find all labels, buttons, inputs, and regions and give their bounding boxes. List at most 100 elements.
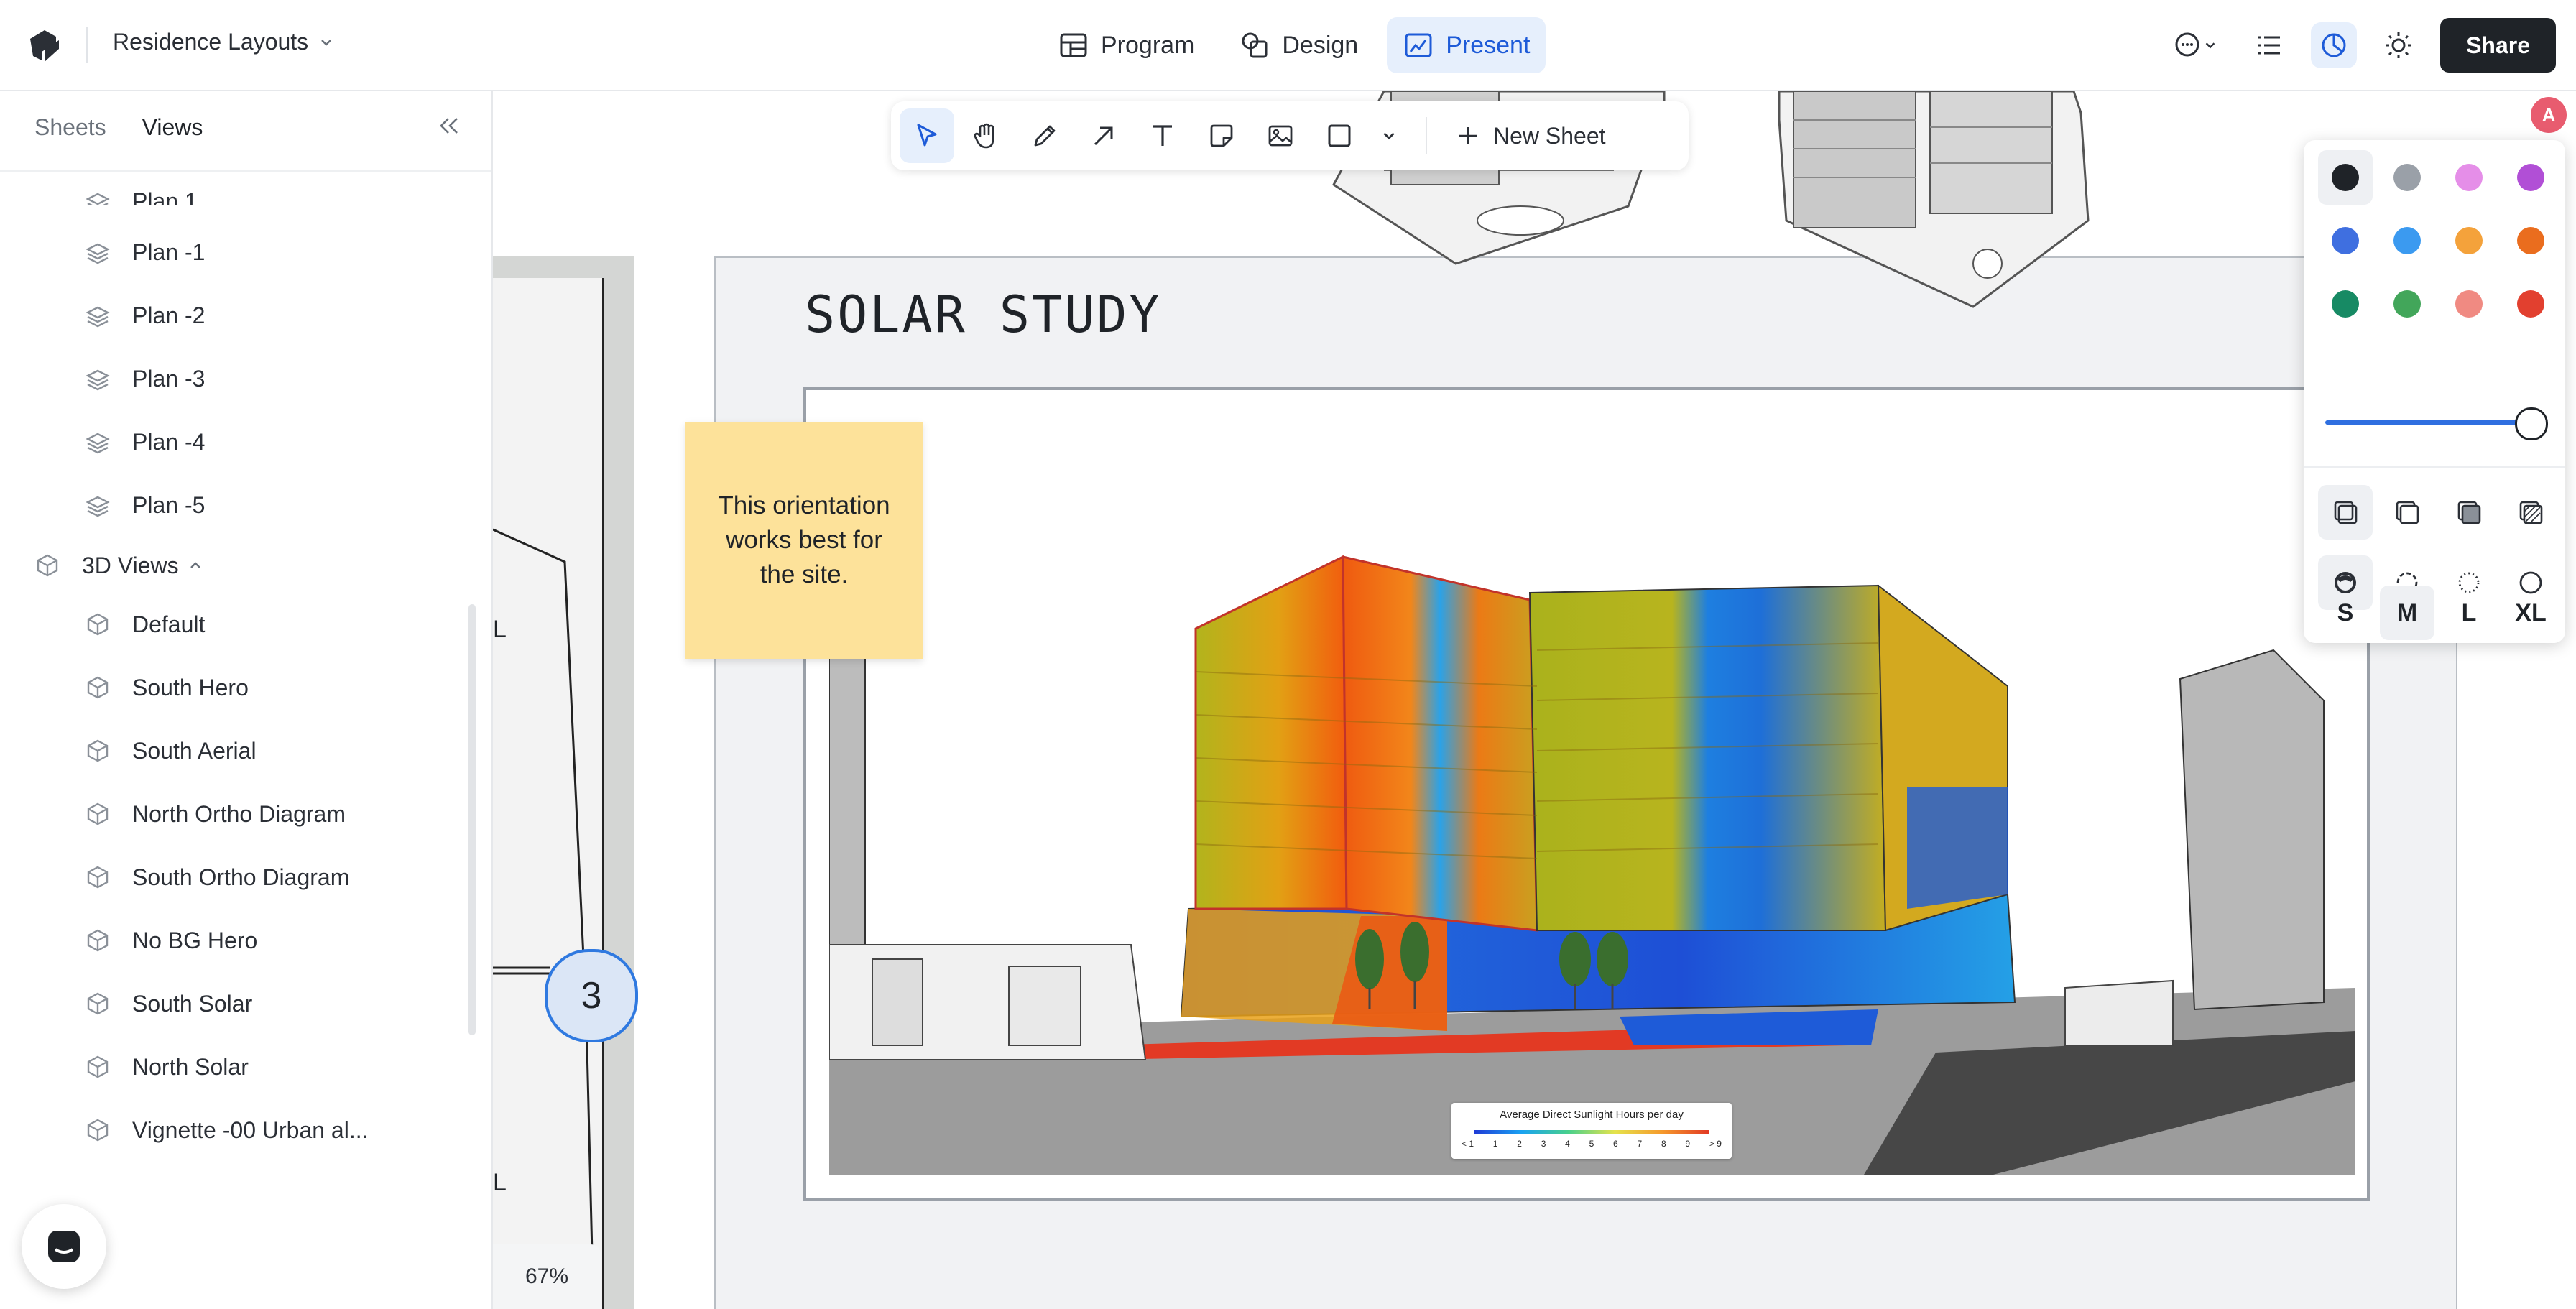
pan-tool[interactable] bbox=[959, 108, 1013, 163]
sticky-note-tool[interactable] bbox=[1194, 108, 1249, 163]
legend-tick: 2 bbox=[1517, 1139, 1522, 1149]
sidebar-item-view[interactable]: North Solar bbox=[0, 1045, 491, 1088]
color-swatch[interactable] bbox=[2380, 213, 2434, 268]
view-callout-marker[interactable]: 3 bbox=[545, 949, 638, 1042]
mode-design-label: Design bbox=[1282, 31, 1359, 59]
sidebar-item-plan[interactable]: Plan -3 bbox=[0, 357, 491, 400]
legend-tick: > 9 bbox=[1709, 1139, 1722, 1149]
size-l-option[interactable]: L bbox=[2442, 586, 2496, 640]
canvas[interactable]: L L 3 67% SOLAR STUDY This orientation w… bbox=[493, 91, 2576, 1309]
color-swatch[interactable] bbox=[2503, 150, 2558, 205]
hand-icon bbox=[974, 123, 994, 149]
analytics-button[interactable] bbox=[2311, 22, 2358, 68]
app-logo-icon[interactable] bbox=[27, 27, 62, 65]
layers-icon bbox=[86, 193, 110, 205]
page-title[interactable]: SOLAR STUDY bbox=[805, 285, 1162, 344]
sidebar-item-label: Plan -2 bbox=[132, 302, 206, 328]
sidebar-item-view[interactable]: South Hero bbox=[0, 666, 491, 709]
opacity-slider-track[interactable] bbox=[2325, 420, 2529, 425]
sidebar-item-plan[interactable]: Plan 1 bbox=[0, 166, 491, 205]
list-view-button[interactable] bbox=[2246, 22, 2292, 68]
sidebar-item-view[interactable]: North Ortho Diagram bbox=[0, 792, 491, 836]
tab-sheets[interactable]: Sheets bbox=[34, 114, 106, 141]
color-swatch[interactable] bbox=[2380, 150, 2434, 205]
fill-pattern-option[interactable] bbox=[2503, 485, 2558, 540]
fill-solid-option[interactable] bbox=[2442, 485, 2496, 540]
sidebar: Sheets Views Plan 1 Plan -1 Plan -2 Plan… bbox=[0, 91, 493, 1309]
image-tool[interactable] bbox=[1253, 108, 1308, 163]
fill-semi-icon bbox=[2396, 501, 2419, 524]
cube-icon bbox=[37, 554, 58, 577]
sidebar-item-view[interactable]: South Aerial bbox=[0, 729, 491, 772]
sidebar-group-3d-views[interactable]: 3D Views bbox=[0, 544, 491, 587]
fill-none-option[interactable] bbox=[2318, 485, 2373, 540]
sidebar-item-plan[interactable]: Plan -2 bbox=[0, 294, 491, 337]
color-dot bbox=[2332, 227, 2359, 254]
sidebar-item-view[interactable]: No BG Hero bbox=[0, 919, 491, 962]
sidebar-item-plan[interactable]: Plan -1 bbox=[0, 231, 491, 274]
color-swatch[interactable] bbox=[2442, 213, 2496, 268]
sidebar-item-view[interactable]: South Ortho Diagram bbox=[0, 856, 491, 899]
mode-design-tab[interactable]: Design bbox=[1223, 17, 1374, 73]
sidebar-item-view[interactable]: Vignette -00 Urban al... bbox=[0, 1109, 491, 1152]
user-avatar[interactable]: A bbox=[2531, 97, 2567, 133]
color-dot bbox=[2517, 227, 2544, 254]
color-dot bbox=[2332, 290, 2359, 318]
color-swatch[interactable] bbox=[2318, 150, 2373, 205]
pen-tool[interactable] bbox=[1017, 108, 1072, 163]
sidebar-item-plan[interactable]: Plan -5 bbox=[0, 484, 491, 527]
opacity-slider-knob[interactable] bbox=[2515, 407, 2548, 440]
sidebar-scrollbar[interactable] bbox=[468, 604, 476, 1035]
color-swatch[interactable] bbox=[2503, 213, 2558, 268]
tab-views[interactable]: Views bbox=[142, 114, 203, 141]
sidebar-item-label: South Hero bbox=[132, 674, 249, 700]
fill-semi-option[interactable] bbox=[2380, 485, 2434, 540]
sidebar-item-view[interactable]: Default bbox=[0, 603, 491, 646]
mode-present-tab[interactable]: Present bbox=[1387, 17, 1546, 73]
plan-mark: L bbox=[493, 616, 507, 643]
pie-chart-icon bbox=[2322, 33, 2346, 57]
sticky-note[interactable]: This orientation works best for the site… bbox=[685, 422, 923, 659]
comments-button[interactable] bbox=[2163, 22, 2228, 68]
arrow-tool[interactable] bbox=[1076, 108, 1131, 163]
color-dot bbox=[2332, 164, 2359, 191]
text-tool[interactable] bbox=[1135, 108, 1190, 163]
color-swatch[interactable] bbox=[2442, 277, 2496, 331]
select-tool[interactable] bbox=[900, 108, 954, 163]
sidebar-item-label: No BG Hero bbox=[132, 927, 258, 953]
adjacent-sheet[interactable]: L L bbox=[493, 256, 634, 1309]
collapse-sidebar-icon[interactable] bbox=[434, 111, 463, 140]
sidebar-item-plan[interactable]: Plan -4 bbox=[0, 420, 491, 463]
project-selector[interactable]: Residence Layouts bbox=[113, 29, 334, 55]
mode-switcher: Program Design Present bbox=[1042, 17, 1546, 73]
comment-icon bbox=[2175, 32, 2199, 57]
share-button[interactable]: Share bbox=[2440, 18, 2556, 73]
size-xl-option[interactable]: XL bbox=[2503, 586, 2558, 640]
shape-options-button[interactable] bbox=[1371, 108, 1407, 163]
color-swatch[interactable] bbox=[2380, 277, 2434, 331]
shape-tool[interactable] bbox=[1312, 108, 1367, 163]
sidebar-item-view[interactable]: South Solar bbox=[0, 982, 491, 1025]
project-name: Residence Layouts bbox=[113, 29, 309, 55]
color-swatch[interactable] bbox=[2442, 150, 2496, 205]
color-swatch[interactable] bbox=[2318, 277, 2373, 331]
mode-program-tab[interactable]: Program bbox=[1042, 17, 1210, 73]
color-swatch[interactable] bbox=[2318, 213, 2373, 268]
color-swatch[interactable] bbox=[2503, 277, 2558, 331]
sunlight-legend: Average Direct Sunlight Hours per day < … bbox=[1451, 1103, 1732, 1159]
zoom-level[interactable]: 67% bbox=[493, 1244, 601, 1309]
size-m-option[interactable]: M bbox=[2380, 586, 2434, 640]
color-dot bbox=[2455, 290, 2483, 318]
layers-icon bbox=[86, 369, 110, 391]
new-sheet-button[interactable]: New Sheet bbox=[1446, 123, 1616, 149]
color-dot bbox=[2393, 164, 2421, 191]
divider bbox=[2304, 466, 2565, 468]
color-dot bbox=[2517, 290, 2544, 318]
plus-icon bbox=[1459, 127, 1477, 144]
legend-tick: 8 bbox=[1661, 1139, 1666, 1149]
support-chat-button[interactable] bbox=[22, 1204, 106, 1289]
solar-study-render[interactable] bbox=[829, 413, 2355, 1175]
size-s-option[interactable]: S bbox=[2318, 586, 2373, 640]
theme-toggle-button[interactable] bbox=[2376, 22, 2422, 68]
solar-render-graphic bbox=[829, 413, 2355, 1175]
